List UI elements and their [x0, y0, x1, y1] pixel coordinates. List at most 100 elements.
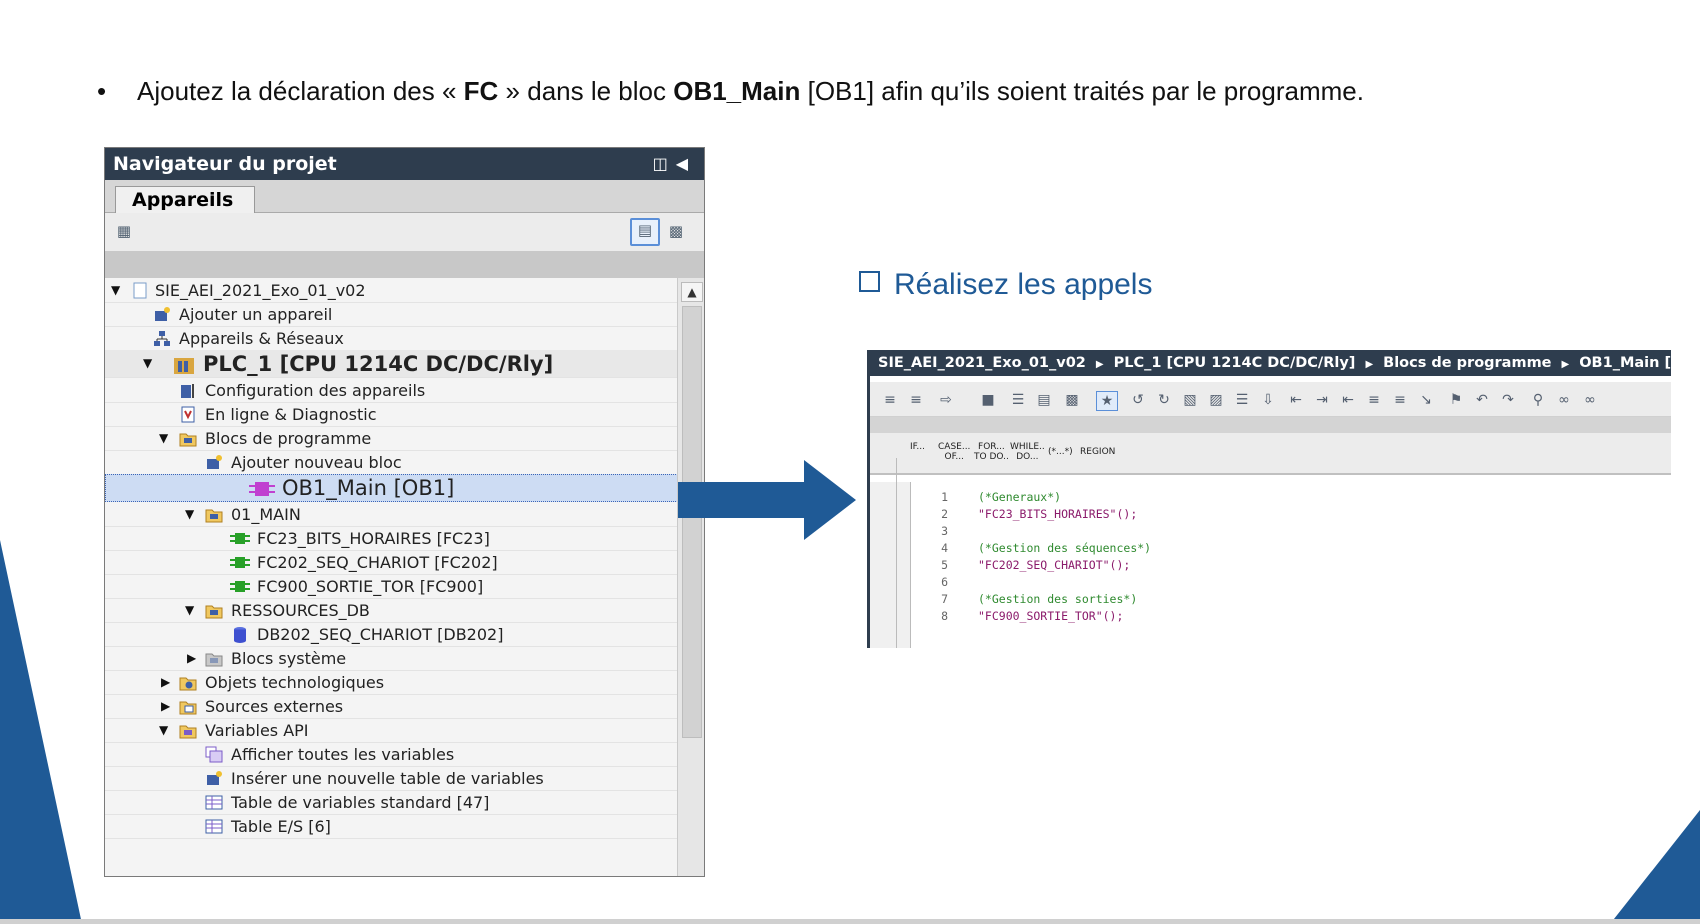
insert-row-icon[interactable]: ⇨ [936, 391, 956, 409]
folder-icon [205, 509, 223, 523]
collapse-arrow-icon[interactable]: ▶ [161, 694, 175, 719]
snippet-line1: REGION [1080, 447, 1116, 457]
tree-item-standard-table[interactable]: Table de variables standard [47] [105, 790, 680, 815]
tree-item-program-blocks[interactable]: ▼ Blocs de programme [105, 426, 680, 451]
folder-icon [179, 725, 197, 739]
outdent-icon[interactable]: ⇤ [1338, 391, 1358, 409]
prev-icon[interactable]: ↶ [1472, 391, 1492, 409]
tree-item-add-device[interactable]: Ajouter un appareil [105, 302, 680, 327]
panel-layout-icon[interactable]: ◫ [653, 154, 676, 173]
align-icon[interactable]: ☰ [1232, 391, 1252, 409]
plc-icon [174, 358, 194, 374]
tree-item-api-variables[interactable]: ▼ Variables API [105, 718, 680, 743]
breadcrumb-item[interactable]: SIE_AEI_2021_Exo_01_v02 [878, 355, 1086, 371]
indent-left-icon[interactable]: ⇤ [1286, 391, 1306, 409]
breadcrumb-item[interactable]: Blocs de programme [1383, 355, 1551, 371]
save-icon[interactable]: ▤ [1034, 391, 1054, 409]
snapshot-icon[interactable]: ▩ [1062, 391, 1082, 409]
snippet-line1: FOR... [978, 442, 1005, 452]
tree-item-fc23[interactable]: FC23_BITS_HORAIRES [FC23] [105, 526, 680, 551]
tree-item-add-block[interactable]: Ajouter nouveau bloc [105, 450, 680, 475]
snippet-for[interactable]: FOR... TO DO.. [974, 442, 1009, 462]
tree-item-plc[interactable]: ▼ PLC_1 [CPU 1214C DC/DC/Rly] [105, 350, 680, 378]
tree-scrollbar[interactable]: ▲ ≡ [677, 278, 704, 876]
code-line[interactable]: 5 "FC202_SEQ_CHARIOT"(); [910, 556, 1130, 574]
code-text: "FC900_SORTIE_TOR"(); [978, 609, 1124, 623]
tree-item-devices-networks[interactable]: Appareils & Réseaux [105, 326, 680, 351]
favorite-icon[interactable]: ★ [1096, 391, 1118, 411]
compare-icon[interactable]: ▨ [1206, 391, 1226, 409]
project-tree: ▼ SIE_AEI_2021_Exo_01_v02 Ajouter un app… [105, 278, 680, 876]
expand-arrow-icon[interactable]: ▼ [111, 278, 125, 303]
bookmark-icon[interactable]: ↘ [1416, 391, 1436, 409]
tree-item-system-blocks[interactable]: ▶ Blocs système [105, 646, 680, 671]
snippet-while[interactable]: WHILE.. DO... [1010, 442, 1045, 462]
tree-item-01-main[interactable]: ▼ 01_MAIN [105, 502, 680, 527]
tree-item-project[interactable]: ▼ SIE_AEI_2021_Exo_01_v02 [105, 278, 680, 303]
tree-item-io-table[interactable]: Table E/S [6] [105, 814, 680, 839]
editor-breadcrumb: SIE_AEI_2021_Exo_01_v02 ▶ PLC_1 [CPU 1214C… [870, 350, 1671, 376]
expand-arrow-icon[interactable]: ▼ [185, 598, 199, 623]
tree-item-insert-table[interactable]: Insérer une nouvelle table de variables [105, 766, 680, 791]
collapse-left-icon[interactable]: ◀ [676, 154, 696, 173]
code-line[interactable]: 7 (*Gestion des sorties*) [910, 590, 1137, 608]
appels-heading: Réalisez les appels [859, 268, 1152, 302]
tree-item-fc900[interactable]: FC900_SORTIE_TOR [FC900] [105, 574, 680, 599]
variable-table-icon [205, 795, 223, 810]
tree-item-db202[interactable]: DB202_SEQ_CHARIOT [DB202] [105, 622, 680, 647]
code-line[interactable]: 6 [910, 573, 978, 591]
comment-icon[interactable]: ≡ [1364, 391, 1384, 409]
glasses-icon[interactable]: ∞ [1554, 391, 1574, 409]
device-view-icon[interactable]: ▦ [113, 221, 135, 241]
add-block-icon [207, 455, 222, 469]
code-line[interactable]: 4 (*Gestion des séquences*) [910, 539, 1151, 557]
tree-item-online-diagnostic[interactable]: En ligne & Diagnostic [105, 402, 680, 427]
tree-item-fc202[interactable]: FC202_SEQ_CHARIOT [FC202] [105, 550, 680, 575]
scroll-up-icon[interactable]: ▲ [681, 282, 703, 302]
toggle-icon[interactable]: ■ [978, 391, 998, 409]
collapse-arrow-icon[interactable]: ▶ [161, 670, 175, 695]
expand-arrow-icon[interactable]: ▼ [159, 426, 173, 451]
tree-item-tech-objects[interactable]: ▶ Objets technologiques [105, 670, 680, 695]
tree-item-device-config[interactable]: Configuration des appareils [105, 378, 680, 403]
uncomment-icon[interactable]: ≡ [1390, 391, 1410, 409]
next-bookmark-icon[interactable]: ⚑ [1446, 391, 1466, 409]
code-line[interactable]: 1 (*Generaux*) [910, 488, 1061, 506]
snippet-region[interactable]: REGION [1080, 447, 1115, 457]
indent-right-icon[interactable]: ⇥ [1312, 391, 1332, 409]
go-offline-icon[interactable]: ↻ [1154, 391, 1174, 409]
code-line[interactable]: 8 "FC900_SORTIE_TOR"(); [910, 607, 1123, 625]
watch-icon[interactable]: ⚲ [1528, 391, 1548, 409]
network-view-icon[interactable]: ▩ [665, 221, 687, 241]
tab-appareils[interactable]: Appareils [115, 186, 255, 213]
tree-item-external-sources[interactable]: ▶ Sources externes [105, 694, 680, 719]
breadcrumb-item[interactable]: OB1_Main [OB1] [1579, 355, 1671, 371]
delete-network-icon[interactable]: ≡ [906, 391, 926, 409]
go-online-icon[interactable]: ↺ [1128, 391, 1148, 409]
tree-item-label: Blocs de programme [205, 429, 372, 448]
navigator-toolbar: ▦ ▤ ▩ [105, 213, 704, 251]
expand-arrow-icon[interactable]: ▼ [143, 351, 157, 376]
code-line[interactable]: 2 "FC23_BITS_HORAIRES"(); [910, 505, 1137, 523]
expand-arrow-icon[interactable]: ▼ [185, 502, 199, 527]
snippet-if[interactable]: IF... [910, 442, 925, 452]
tree-item-show-variables[interactable]: Afficher toutes les variables [105, 742, 680, 767]
code-line[interactable]: 3 [910, 522, 978, 540]
collapse-arrow-icon[interactable]: ▶ [187, 646, 201, 671]
tree-item-ob1-main[interactable]: OB1_Main [OB1] [105, 474, 680, 502]
glasses-off-icon[interactable]: ∞ [1580, 391, 1600, 409]
tree-item-ressources-db[interactable]: ▼ RESSOURCES_DB [105, 598, 680, 623]
insert-network-icon[interactable]: ≡ [880, 391, 900, 409]
tree-item-label: Variables API [205, 721, 309, 740]
breadcrumb-item[interactable]: PLC_1 [CPU 1214C DC/DC/Rly] [1114, 355, 1356, 371]
code-text: "FC202_SEQ_CHARIOT"(); [978, 558, 1131, 572]
next-icon[interactable]: ↷ [1498, 391, 1518, 409]
snippet-case[interactable]: CASE... OF... [938, 442, 970, 462]
detail-view-icon[interactable]: ▤ [630, 218, 660, 246]
snippet-comment[interactable]: (*...*) [1048, 447, 1073, 457]
download-icon[interactable]: ⇩ [1258, 391, 1278, 409]
list-icon[interactable]: ☰ [1008, 391, 1028, 409]
monitor-icon[interactable]: ▧ [1180, 391, 1200, 409]
expand-arrow-icon[interactable]: ▼ [159, 718, 173, 743]
editor-toolbar: ≡ ≡ ⇨ ■ ☰ ▤ ▩ ★ ↺ ↻ ▧ ▨ ☰ ⇩ ⇤ ⇥ ⇤ ≡ ≡ ↘ … [870, 382, 1671, 417]
